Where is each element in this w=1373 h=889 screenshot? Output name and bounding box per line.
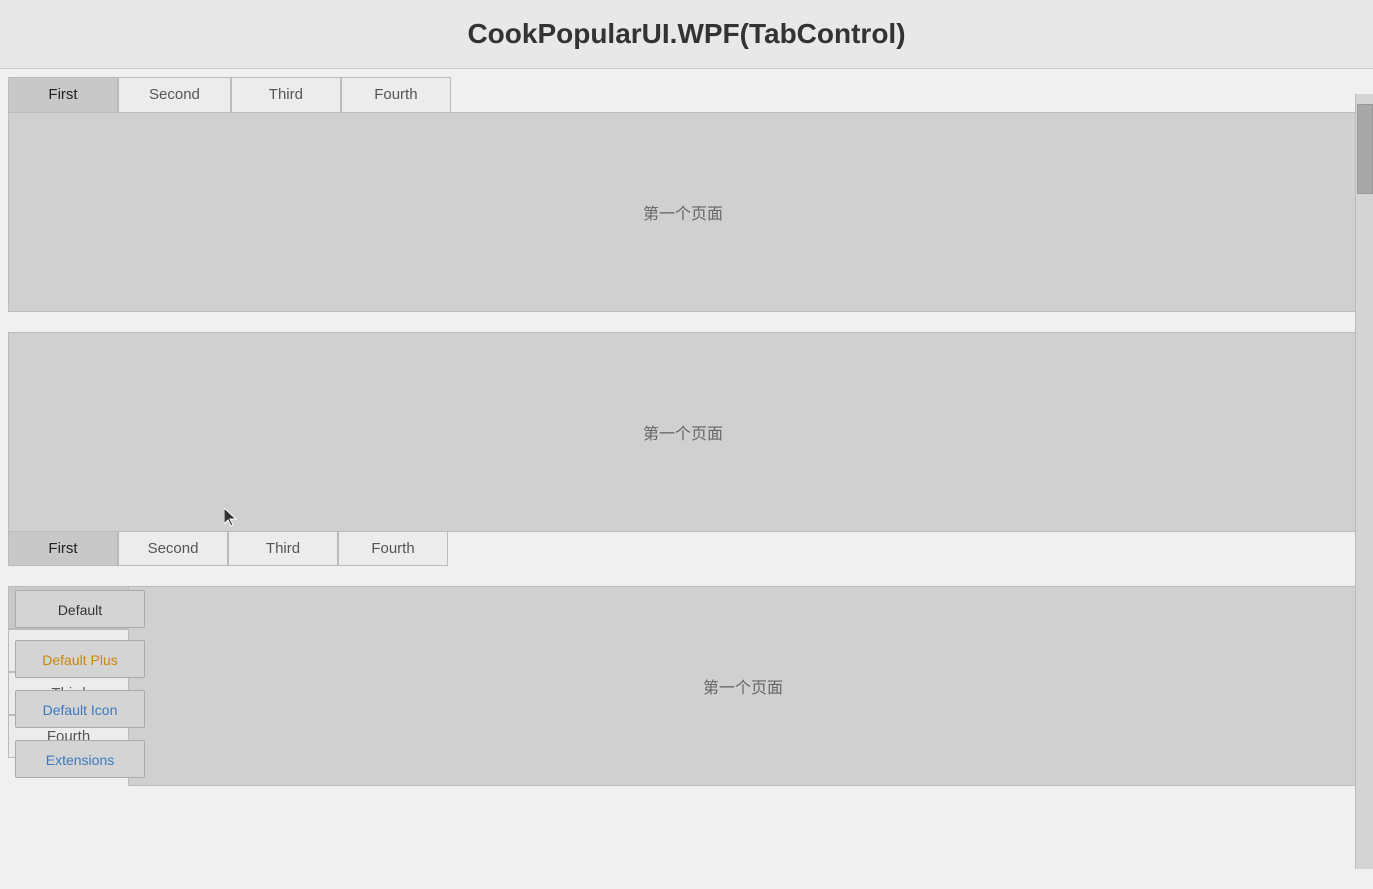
page-title: CookPopularUI.WPF(TabControl) (0, 18, 1373, 50)
tab-third-1[interactable]: Third (231, 77, 341, 112)
sidebar: Default Default Plus Default Icon Extens… (0, 580, 160, 788)
tab-content-1: 第一个页面 (8, 112, 1358, 312)
tab-control-1: First Second Third Fourth 第一个页面 (8, 77, 1358, 312)
extensions-button[interactable]: Extensions (15, 740, 145, 778)
tab-first-1[interactable]: First (8, 77, 118, 112)
tab-header-bottom-2: First Second Third Fourth (8, 532, 1358, 566)
cursor-indicator (224, 508, 240, 533)
tab-first-2[interactable]: First (8, 532, 118, 566)
tab-second-2[interactable]: Second (118, 532, 228, 566)
default-icon-button[interactable]: Default Icon (15, 690, 145, 728)
tab-fourth-2[interactable]: Fourth (338, 532, 448, 566)
tab-header-top-1: First Second Third Fourth (8, 77, 1358, 112)
tab-content-3: 第一个页面 (128, 586, 1358, 786)
tab-control-2: 第一个页面 First Second Third Fourth (8, 332, 1358, 566)
title-bar: CookPopularUI.WPF(TabControl) (0, 0, 1373, 69)
tab-control-3: First Second Third Fourth 第一个页面 (8, 586, 1358, 786)
tab-fourth-1[interactable]: Fourth (341, 77, 451, 112)
default-plus-button[interactable]: Default Plus (15, 640, 145, 678)
main-content-area: First Second Third Fourth 第一个页面 第一个页面 (0, 69, 1373, 889)
scrollbar-track[interactable] (1355, 94, 1373, 869)
tab-second-1[interactable]: Second (118, 77, 231, 112)
tab-third-2[interactable]: Third (228, 532, 338, 566)
tab-content-2: 第一个页面 (8, 332, 1358, 532)
scrollbar-thumb[interactable] (1357, 104, 1373, 194)
default-button[interactable]: Default (15, 590, 145, 628)
